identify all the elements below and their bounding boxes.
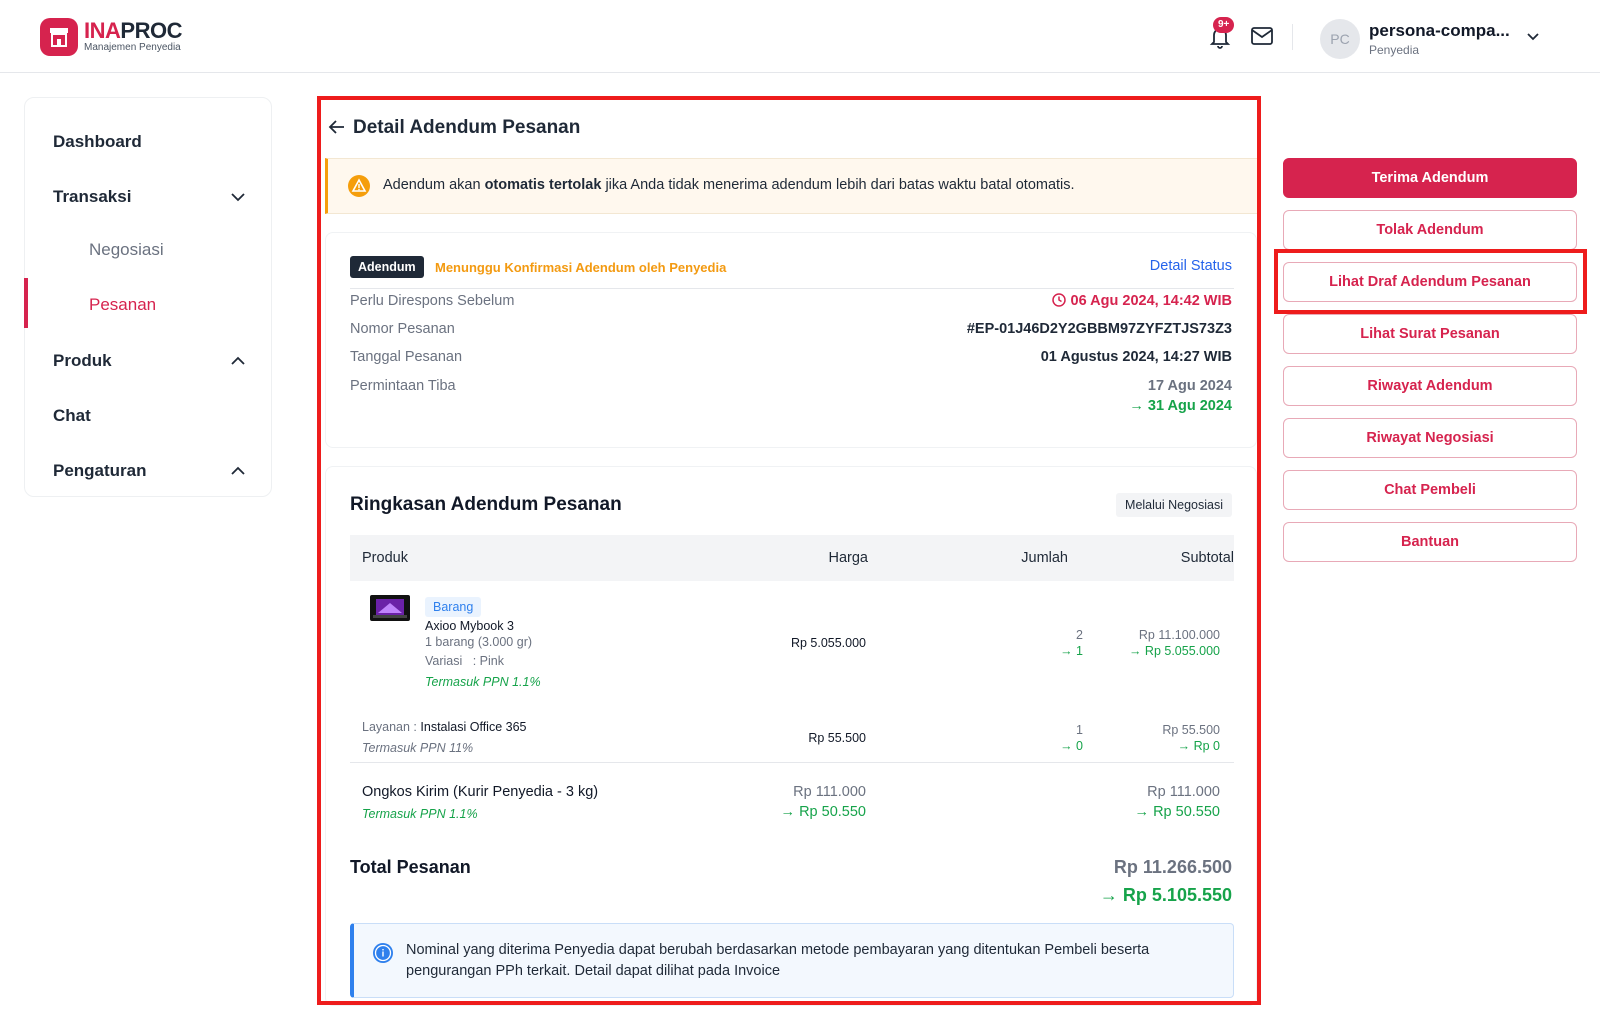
row-value-arrival-new: → 31 Agu 2024 — [1129, 398, 1232, 414]
negotiation-pill: Melalui Negosiasi — [1116, 493, 1232, 517]
negotiation-history-button[interactable]: Riwayat Negosiasi — [1283, 418, 1577, 458]
col-jumlah: Jumlah — [1021, 550, 1068, 566]
mail-icon[interactable] — [1250, 26, 1274, 46]
product-name[interactable]: Axioo Mybook 3 — [425, 619, 514, 633]
inaproc-logo[interactable]: INAPROC Manajemen Penyedia — [40, 18, 182, 56]
clock-icon — [1051, 293, 1066, 307]
notification-badge: 9+ — [1213, 17, 1235, 33]
row-value-order-date: 01 Agustus 2024, 14:27 WIB — [1040, 349, 1232, 365]
product-subtotal-new: → Rp 5.055.000 — [1128, 644, 1220, 658]
total-new: → Rp 5.105.550 — [1099, 885, 1232, 905]
product-subtotal-old: Rp 11.100.000 — [1138, 628, 1220, 642]
detail-status-link[interactable]: Detail Status — [1150, 258, 1232, 274]
service-subtotal-new: → Rp 0 — [1177, 739, 1220, 753]
product-detail: 1 barang (3.000 gr) — [425, 635, 533, 649]
addendum-history-button[interactable]: Riwayat Adendum — [1283, 366, 1577, 406]
total-label: Total Pesanan — [350, 857, 471, 877]
status-card: Adendum Menunggu Konfirmasi Adendum oleh… — [325, 232, 1257, 448]
service-row: Layanan : Instalasi Office 365 — [362, 720, 527, 734]
shipping-label: Ongkos Kirim (Kurir Penyedia - 3 kg) — [362, 784, 599, 800]
info-icon — [373, 943, 393, 963]
reject-addendum-button[interactable]: Tolak Adendum — [1283, 210, 1577, 250]
row-label-order-date: Tanggal Pesanan — [350, 349, 463, 365]
shipping-subtotal-new: → Rp 50.550 — [1134, 804, 1220, 820]
service-price: Rp 55.500 — [808, 731, 866, 745]
shipping-subtotal-old: Rp 111.000 — [1147, 784, 1220, 800]
chevron-down-icon[interactable] — [231, 190, 245, 204]
service-ppn: Termasuk PPN 11% — [362, 741, 474, 755]
summary-card: Ringkasan Adendum Pesanan Melalui Negosi… — [325, 466, 1257, 1006]
product-variant: Variasi : Pink — [425, 654, 504, 668]
service-name: Instalasi Office 365 — [420, 720, 527, 734]
product-type-tag: Barang — [425, 597, 482, 617]
help-button[interactable]: Bantuan — [1283, 522, 1577, 562]
active-indicator — [24, 278, 28, 328]
info-text: Nominal yang diterima Penyedia dapat ber… — [406, 942, 1150, 979]
sidebar-item-negosiasi[interactable]: Negosiasi — [89, 240, 164, 260]
chat-buyer-button[interactable]: Chat Pembeli — [1283, 470, 1577, 510]
col-subtotal: Subtotal — [1180, 550, 1234, 566]
row-divider — [350, 762, 1234, 763]
shipping-price-new: → Rp 50.550 — [780, 804, 866, 820]
product-qty-old: 2 — [1076, 628, 1083, 642]
status-tag: Adendum — [350, 256, 424, 278]
view-addendum-draft-button[interactable]: Lihat Draf Adendum Pesanan — [1283, 262, 1577, 302]
warning-icon — [348, 175, 370, 197]
sidebar-item-produk[interactable]: Produk — [53, 351, 112, 371]
product-thumbnail[interactable] — [370, 595, 410, 621]
service-qty-old: 1 — [1076, 723, 1083, 737]
chevron-up-icon[interactable] — [231, 354, 245, 368]
col-harga: Harga — [828, 550, 869, 566]
row-label-deadline: Perlu Direspons Sebelum — [350, 293, 515, 309]
sidebar: Dashboard Transaksi Negosiasi Pesanan Pr… — [24, 97, 272, 497]
shipping-price-old: Rp 111.000 — [793, 784, 866, 800]
logo-ina: INA — [84, 18, 121, 43]
sidebar-item-pengaturan[interactable]: Pengaturan — [53, 461, 147, 481]
sidebar-item-transaksi[interactable]: Transaksi — [53, 187, 131, 207]
row-label-arrival: Permintaan Tiba — [350, 378, 456, 394]
user-name[interactable]: persona-compa... — [1369, 21, 1510, 41]
payment-info-alert: Nominal yang diterima Penyedia dapat ber… — [350, 923, 1234, 998]
row-value-arrival-old: 17 Agu 2024 — [1147, 378, 1232, 394]
status-text: Menunggu Konfirmasi Adendum oleh Penyedi… — [435, 260, 727, 275]
page-title: Detail Adendum Pesanan — [353, 117, 581, 138]
view-order-letter-button[interactable]: Lihat Surat Pesanan — [1283, 314, 1577, 354]
sidebar-item-chat[interactable]: Chat — [53, 406, 91, 426]
auto-reject-warning: Adendum akan otomatis tertolak jika Anda… — [325, 158, 1257, 214]
header-divider — [1292, 24, 1293, 50]
accept-addendum-button[interactable]: Terima Adendum — [1283, 158, 1577, 198]
top-header: INAPROC Manajemen Penyedia 9+ PC persona… — [0, 0, 1600, 73]
user-role: Penyedia — [1369, 43, 1420, 57]
row-value-order-number: #EP-01J46D2Y2GBBM97ZYFZTJS73Z3 — [966, 321, 1232, 337]
table-header: Produk Harga Jumlah Subtotal — [350, 535, 1234, 581]
shipping-ppn: Termasuk PPN 1.1% — [362, 807, 478, 821]
row-label-order-number: Nomor Pesanan — [350, 321, 455, 337]
warning-text: Adendum akan otomatis tertolak jika Anda… — [383, 177, 1075, 193]
product-price: Rp 5.055.000 — [790, 636, 866, 650]
product-qty-new: → 1 — [1060, 644, 1083, 658]
store-icon — [40, 18, 78, 56]
col-produk: Produk — [362, 550, 408, 566]
sidebar-item-dashboard[interactable]: Dashboard — [53, 132, 142, 152]
logo-proc: PROC — [120, 18, 182, 43]
chevron-down-icon[interactable] — [1526, 30, 1540, 44]
sidebar-item-pesanan[interactable]: Pesanan — [89, 295, 156, 315]
total-old: Rp 11.266.500 — [1113, 857, 1232, 877]
logo-subtitle: Manajemen Penyedia — [84, 42, 181, 53]
row-value-deadline: 06 Agu 2024, 14:42 WIB — [1051, 293, 1232, 309]
service-subtotal-old: Rp 55.500 — [1162, 723, 1220, 737]
divider — [350, 288, 1234, 289]
arrow-left-icon[interactable] — [328, 119, 346, 135]
service-qty-new: → 0 — [1060, 739, 1083, 753]
summary-title: Ringkasan Adendum Pesanan — [350, 494, 622, 515]
chevron-up-icon[interactable] — [231, 464, 245, 478]
product-ppn: Termasuk PPN 1.1% — [425, 675, 541, 689]
avatar[interactable]: PC — [1320, 19, 1360, 59]
